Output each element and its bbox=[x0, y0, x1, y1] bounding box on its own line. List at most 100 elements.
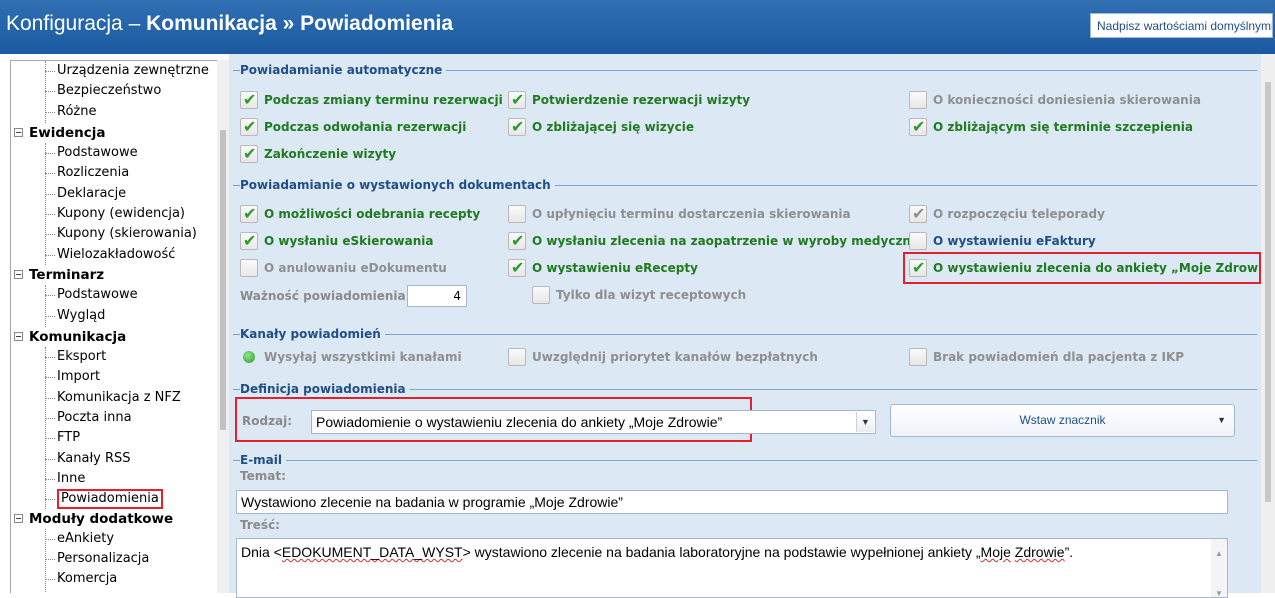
checkbox-icon bbox=[508, 205, 526, 223]
tree-item-label: Komunikacja bbox=[29, 329, 127, 345]
tree-item[interactable]: Kupony (skierowania) bbox=[11, 224, 197, 244]
tree-item-label: Personalizacja bbox=[57, 551, 150, 566]
checkbox-icon: ✔ bbox=[240, 91, 258, 109]
tree-item-label: Kupony (skierowania) bbox=[57, 226, 197, 241]
settings-panel: Powiadamianie automatyczne ✔ Podczas zmia… bbox=[229, 54, 1275, 598]
section-email-title: E-mail bbox=[240, 453, 287, 467]
tree-item-label: Deklaracje bbox=[57, 186, 127, 201]
section-divider bbox=[233, 334, 1257, 335]
checkbox-icon: ✔ bbox=[909, 118, 927, 136]
tree-item[interactable]: Rozliczenia bbox=[11, 163, 129, 183]
section-divider bbox=[233, 460, 1257, 461]
checkbox-icon bbox=[532, 286, 550, 304]
tree-scrollbar-thumb[interactable] bbox=[220, 130, 226, 430]
tree-item[interactable]: Urządzenia zewnętrzne bbox=[11, 61, 209, 81]
section-auto-title: Powiadamianie automatyczne bbox=[240, 63, 447, 77]
tree-item[interactable]: Kanały RSS bbox=[11, 449, 131, 469]
validity-input[interactable]: 4 bbox=[407, 285, 467, 307]
section-definition-title: Definicja powiadomienia bbox=[240, 382, 410, 396]
page-title: Konfiguracja – Komunikacja » Powiadomien… bbox=[6, 12, 454, 35]
highlight-box bbox=[903, 252, 1261, 284]
tree-item-label: Ewidencja bbox=[29, 125, 106, 141]
chevron-down-icon: ▼ bbox=[1217, 415, 1226, 425]
subject-input[interactable]: Wystawiono zlecenie na badania w program… bbox=[236, 490, 1228, 514]
tree-item-label: Terminarz bbox=[29, 267, 105, 283]
tree-item[interactable]: Komunikacja z NFZ bbox=[11, 388, 181, 408]
body-label: Treść: bbox=[240, 518, 280, 532]
section-docs-title: Powiadamianie o wystawionych dokumentach bbox=[240, 178, 555, 192]
tree-item[interactable]: Kupony (ewidencja) bbox=[11, 204, 185, 224]
type-label: Rodzaj: bbox=[242, 414, 293, 428]
checkbox-icon bbox=[909, 91, 927, 109]
tree-item-label: Inne bbox=[57, 471, 86, 486]
tree-item[interactable]: Poczta inna bbox=[11, 408, 132, 428]
chevron-down-icon: ▼ bbox=[856, 412, 874, 432]
collapse-icon[interactable]: − bbox=[14, 128, 23, 137]
checkbox-icon bbox=[508, 348, 526, 366]
tree-item-label: Komercja bbox=[57, 571, 118, 586]
checkbox-icon: ✔ bbox=[909, 205, 927, 223]
tree-item-label: Import bbox=[57, 369, 101, 384]
title-bar: Konfiguracja – Komunikacja » Powiadomien… bbox=[0, 0, 1275, 54]
body-textarea[interactable]: Dnia <EDOKUMENT_DATA_WYST> wystawiono zl… bbox=[236, 538, 1228, 598]
tree-group[interactable]: − Moduły dodatkowe bbox=[11, 509, 173, 529]
tree-item[interactable]: Podstawowe bbox=[11, 285, 138, 305]
insert-tag-button[interactable]: Wstaw znacznik ▼ bbox=[890, 404, 1235, 437]
tree-item-selected[interactable]: Powiadomienia bbox=[11, 489, 163, 509]
tree-item-label: Bezpieczeństwo bbox=[57, 83, 162, 98]
tree-item-label: Kupony (ewidencja) bbox=[57, 206, 185, 221]
radio-selected-icon bbox=[243, 351, 255, 363]
checkbox-icon: ✔ bbox=[508, 259, 526, 277]
tree-item-label: Eksport bbox=[57, 349, 107, 364]
panel-scrollbar[interactable] bbox=[1261, 54, 1275, 593]
tree-item-label: Urządzenia zewnętrzne bbox=[57, 63, 209, 78]
tree-group[interactable]: − Terminarz bbox=[11, 265, 104, 285]
tree-item[interactable]: Import bbox=[11, 367, 100, 387]
checkbox-icon: ✔ bbox=[240, 232, 258, 250]
checkbox-icon: ✔ bbox=[240, 118, 258, 136]
tree-item-label: Kanały RSS bbox=[57, 451, 131, 466]
tree-item-label: Podstawowe bbox=[57, 145, 138, 160]
tree-item[interactable]: Eksport bbox=[11, 347, 106, 367]
body-scrollbar[interactable]: ▲ ▼ bbox=[1211, 539, 1227, 597]
tree-item-label: Rozliczenia bbox=[57, 165, 130, 180]
tree-item-label: Podstawowe bbox=[57, 287, 138, 302]
tree-item-label: Wielozakładowość bbox=[57, 247, 176, 262]
tree-item[interactable]: FTP bbox=[11, 428, 80, 448]
tree-item-label: FTP bbox=[57, 430, 81, 445]
scroll-down-icon[interactable]: ▼ bbox=[1215, 583, 1223, 597]
tree-item[interactable]: Komercja bbox=[11, 569, 117, 589]
subject-label: Temat: bbox=[240, 469, 286, 483]
tree-item-label: Powiadomienia bbox=[57, 489, 163, 509]
collapse-icon[interactable]: − bbox=[14, 514, 23, 523]
reset-defaults-button[interactable]: Nadpisz wartościami domyślnymi bbox=[1090, 13, 1273, 38]
tree-scrollbar[interactable] bbox=[217, 60, 229, 593]
checkbox-icon bbox=[909, 348, 927, 366]
tree-item[interactable]: Wygląd bbox=[11, 306, 105, 326]
checkbox-icon bbox=[909, 232, 927, 250]
notification-type-select[interactable]: Powiadomienie o wystawieniu zlecenia do … bbox=[311, 410, 876, 434]
tree-item[interactable]: Bezpieczeństwo bbox=[11, 81, 161, 101]
collapse-icon[interactable]: − bbox=[14, 270, 23, 279]
tree-item-label: Komunikacja z NFZ bbox=[57, 390, 181, 405]
tree-item[interactable]: Podstawowe bbox=[11, 143, 138, 163]
section-channels-title: Kanały powiadomień bbox=[240, 327, 385, 341]
config-tree: Urządzenia zewnętrzne Bezpieczeństwo Różne… bbox=[10, 60, 227, 593]
collapse-icon[interactable]: − bbox=[14, 332, 23, 341]
tree-item[interactable]: Wielozakładowość bbox=[11, 245, 175, 265]
tree-item[interactable]: Deklaracje bbox=[11, 184, 126, 204]
tree-group[interactable]: − Komunikacja bbox=[11, 327, 126, 347]
checkbox-icon bbox=[240, 259, 258, 277]
checkbox-icon: ✔ bbox=[508, 118, 526, 136]
tree-item-label: Różne bbox=[57, 104, 97, 119]
checkbox-icon: ✔ bbox=[508, 91, 526, 109]
panel-scrollbar-thumb[interactable] bbox=[1265, 82, 1271, 502]
tree-item-label: eAnkiety bbox=[57, 531, 115, 546]
tree-item[interactable]: Personalizacja bbox=[11, 549, 149, 569]
tree-group[interactable]: − Ewidencja bbox=[11, 123, 106, 143]
tree-item[interactable]: eAnkiety bbox=[11, 529, 114, 549]
checkbox-icon: ✔ bbox=[240, 205, 258, 223]
scroll-up-icon[interactable]: ▲ bbox=[1215, 543, 1223, 565]
tree-item[interactable]: Inne bbox=[11, 469, 85, 489]
tree-item[interactable]: Różne bbox=[11, 102, 96, 122]
